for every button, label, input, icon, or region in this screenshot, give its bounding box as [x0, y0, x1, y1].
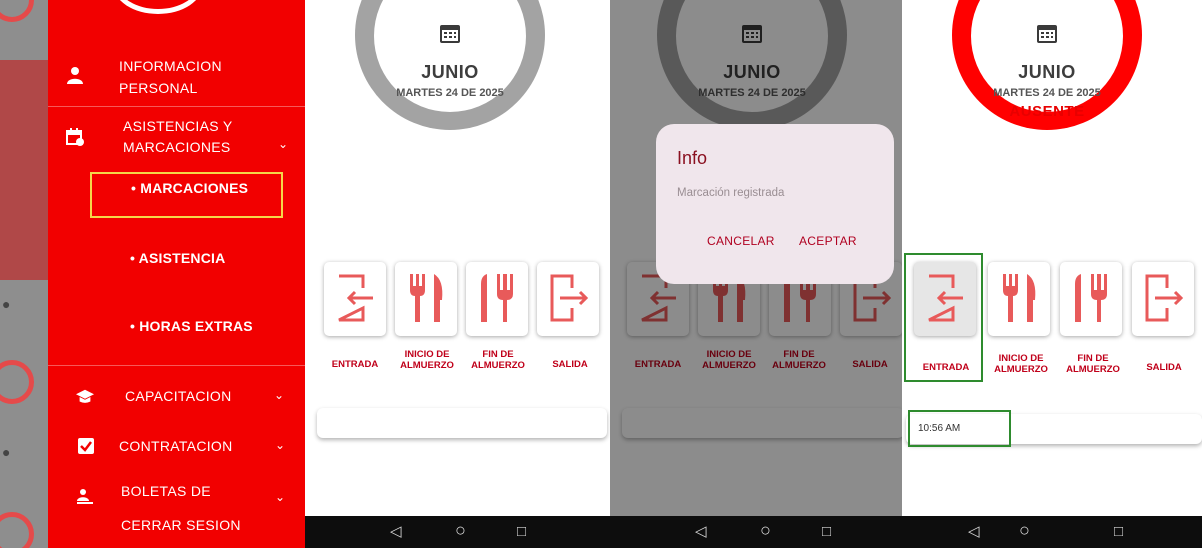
date-label: MARTES 24 DE 2025 [993, 87, 1101, 99]
back-icon[interactable]: ◁ [390, 524, 402, 540]
month-label: JUNIO [1018, 62, 1076, 82]
menu-divider [48, 106, 305, 107]
logo-icon [0, 360, 34, 404]
checkbox-icon [78, 438, 94, 454]
back-icon[interactable]: ◁ [695, 524, 707, 540]
salida-label: SALIDA [1146, 362, 1182, 373]
back-icon[interactable]: ◁ [968, 524, 980, 540]
people-icon [77, 489, 93, 504]
calendar-clock-icon [66, 128, 84, 146]
logo-icon [0, 512, 34, 548]
android-nav-bar: ◁ ○ □ [305, 516, 610, 548]
background-app: ● ● [0, 0, 48, 548]
attendance-screen: JUNIO MARTES 24 DE 2025 ENTRADA INICIO D… [305, 0, 610, 548]
calendar-icon [1037, 25, 1057, 43]
menu-item-label: CONTRATACION [119, 438, 233, 454]
home-icon[interactable]: ○ [455, 521, 466, 539]
highlight-box [908, 410, 1011, 447]
fin-almuerzo-label: FIN DE ALMUERZO [471, 349, 525, 371]
salida-button[interactable] [1132, 262, 1194, 336]
background-card [0, 60, 48, 280]
attendance-screen-registered: JUNIO MARTES 24 DE 2025 AUSENTE ENTRADA … [902, 0, 1202, 548]
recent-apps-icon[interactable]: □ [517, 524, 526, 540]
highlight-box [904, 253, 983, 382]
home-icon[interactable]: ○ [760, 521, 771, 539]
knife-fork-icon [1075, 274, 1107, 322]
fin-almuerzo-label: FIN DE ALMUERZO [1066, 353, 1120, 375]
fin-almuerzo-button[interactable] [1060, 262, 1122, 336]
inicio-almuerzo-label: INICIO DE ALMUERZO [400, 349, 454, 371]
attendance-screen-dialog: JUNIO MARTES 24 DE 2025 ENTRADA INICIO D… [610, 0, 902, 548]
chevron-down-icon: ⌄ [275, 490, 286, 504]
time-record-bar [317, 408, 607, 438]
status-label: AUSENTE [1009, 103, 1085, 120]
highlight-box [90, 172, 283, 218]
heart-icon: ● [2, 444, 11, 460]
recent-apps-icon[interactable]: □ [1114, 524, 1123, 540]
inicio-almuerzo-label: INICIO DE ALMUERZO [994, 353, 1048, 375]
chevron-down-icon: ⌄ [275, 438, 286, 452]
cancel-button[interactable]: CANCELAR [707, 234, 775, 248]
date-circle: JUNIO MARTES 24 DE 2025 AUSENTE [971, 0, 1123, 120]
salida-icon [550, 274, 589, 322]
menu-item-label: INFORMACION [119, 58, 222, 74]
menu-item-cerrar-sesion[interactable]: CERRAR SESION [121, 515, 241, 535]
submenu-item-asistencia[interactable]: • ASISTENCIA [130, 250, 225, 266]
submenu-label: ASISTENCIA [138, 250, 226, 266]
menu-divider [48, 365, 305, 366]
recent-apps-icon[interactable]: □ [822, 524, 831, 540]
submenu-label: HORAS EXTRAS [139, 318, 253, 334]
chevron-down-icon: ⌄ [274, 388, 285, 402]
calendar-icon [440, 25, 460, 43]
chevron-down-icon: ⌄ [278, 137, 289, 151]
salida-icon [1145, 274, 1184, 322]
menu-item-label: ASISTENCIAS Y [123, 118, 233, 134]
accept-button[interactable]: ACEPTAR [799, 234, 857, 248]
heart-icon: ● [2, 296, 11, 312]
month-label: JUNIO [421, 62, 479, 82]
person-icon [67, 67, 83, 84]
knife-fork-icon [481, 274, 513, 322]
date-circle: JUNIO MARTES 24 DE 2025 [374, 0, 526, 112]
salida-label: SALIDA [552, 359, 588, 370]
salida-button[interactable] [537, 262, 599, 336]
menu-item-label: MARCACIONES [123, 139, 231, 155]
menu-item-label: PERSONAL [119, 80, 198, 96]
entrada-button[interactable] [324, 262, 386, 336]
logo-icon [0, 0, 34, 22]
graduation-cap-icon [76, 389, 94, 403]
fork-knife-icon [410, 274, 443, 322]
navigation-drawer: INFORMACION PERSONAL ASISTENCIAS Y MARCA… [48, 0, 305, 548]
menu-item-label: CAPACITACION [125, 388, 232, 404]
dialog-message: Marcación registrada [677, 187, 785, 199]
android-nav-bar: ◁ ○ □ [902, 516, 1202, 548]
entrada-icon [338, 274, 373, 322]
submenu-item-horas-extras[interactable]: • HORAS EXTRAS [130, 318, 253, 334]
menu-item-label: BOLETAS DE [121, 483, 211, 499]
inicio-almuerzo-button[interactable] [395, 262, 457, 336]
dialog-title: Info [677, 148, 708, 168]
home-icon[interactable]: ○ [1019, 521, 1030, 539]
info-dialog: Info Marcación registrada CANCELAR ACEPT… [656, 124, 894, 284]
inicio-almuerzo-button[interactable] [988, 262, 1050, 336]
entrada-label: ENTRADA [331, 359, 379, 370]
android-nav-bar: ◁ ○ □ [610, 516, 902, 548]
fork-knife-icon [1003, 274, 1036, 322]
profile-avatar [113, 0, 203, 14]
fin-almuerzo-button[interactable] [466, 262, 528, 336]
side-menu-screen: ● ● INFORMACION PERSONAL ASISTENCIAS Y M… [0, 0, 305, 548]
date-label: MARTES 24 DE 2025 [396, 87, 504, 99]
